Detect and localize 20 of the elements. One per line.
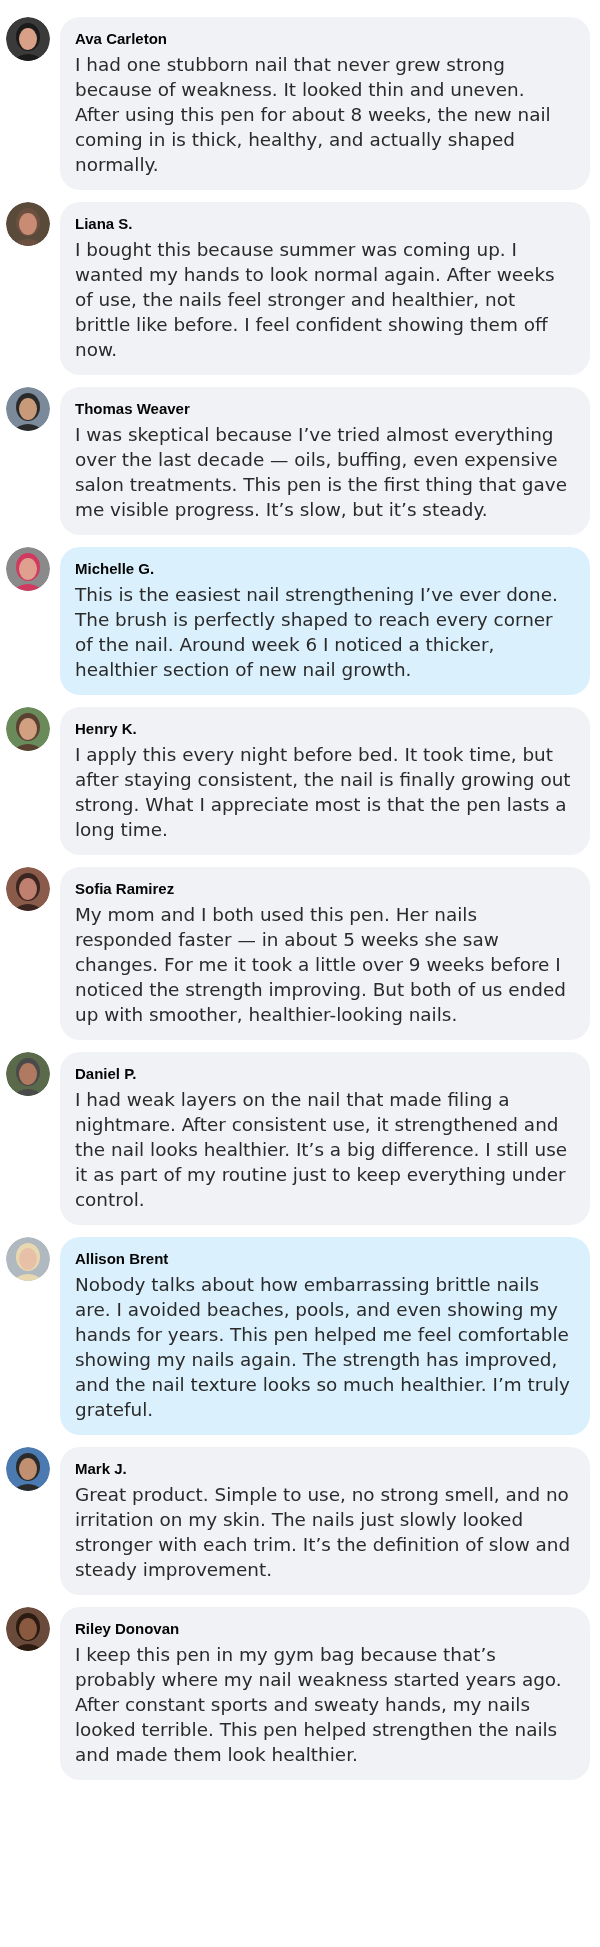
comment-text: My mom and I both used this pen. Her nails responded faster — in about 5 weeks she saw changes. For me it took a little over 9 weeks before I noticed the strength improving. But both of us ended up with smoother, healthier-looking nails. <box>75 903 567 1027</box>
comment-text: I had weak layers on the nail that made filing a nightmare. After consistent use, it strengthened and the nail looks healthier. It’s a big difference. I still use it as part of my routine just to keep everything under control. <box>75 1088 569 1212</box>
comment-text: I was skeptical because I’ve tried almost everything over the last decade — oils, buffing, even expensive salon treatments. This pen is the first thing that gave me visible progress. It’s slow, but it’s steady. <box>75 423 568 522</box>
author-name[interactable]: Riley Donovan <box>75 1619 574 1639</box>
comment-text: I had one stubborn nail that never grew strong because of weakness. It looked thin and uneven. After using this pen for about 8 weeks, the new nail coming in is thick, healthy, and actually shaped normally. <box>75 53 552 177</box>
author-name[interactable]: Henry K. <box>75 719 574 739</box>
author-name[interactable]: Michelle G. <box>75 559 574 579</box>
author-name[interactable]: Allison Brent <box>75 1249 574 1269</box>
comment-text: Nobody talks about how embarrassing brittle nails are. I avoided beaches, pools, and even showing my hands for years. This pen helped me feel comfortable showing my nails again. The strength has improved, and the nail texture looks so much healthier. I’m truly grateful. <box>75 1273 571 1422</box>
comment-text: I bought this because summer was coming up. I wanted my hands to look normal again. After weeks of use, the nails feel stronger and healthier, not brittle like before. I feel confident showing them off now. <box>75 238 556 362</box>
comment-text: I apply this every night before bed. It took time, but after staying consistent, the nail is finally growing out strong. What I appreciate most is that the pen lasts a long time. <box>75 743 572 842</box>
comment-text: This is the easiest nail strengthening I’ve ever done. The brush is perfectly shaped to reach every corner of the nail. Around week 6 I noticed a thicker, healthier section of new nail growth. <box>75 583 559 682</box>
author-name[interactable]: Sofia Ramirez <box>75 879 574 899</box>
author-name[interactable]: Mark J. <box>75 1459 574 1479</box>
author-name[interactable]: Thomas Weaver <box>75 399 574 419</box>
comment-text: Great product. Simple to use, no strong smell, and no irritation on my skin. The nails just slowly looked stronger with each trim. It’s the definition of slow and steady improvement. <box>75 1483 572 1582</box>
author-name[interactable]: Ava Carleton <box>75 29 574 49</box>
author-name[interactable]: Daniel P. <box>75 1064 574 1084</box>
comment-text: I keep this pen in my gym bag because that’s probably where my nail weakness started years ago. After constant sports and sweaty hands, my nails looked terrible. This pen helped strengthen the nails and made them look healthier. <box>75 1643 563 1767</box>
author-name[interactable]: Liana S. <box>75 214 574 234</box>
